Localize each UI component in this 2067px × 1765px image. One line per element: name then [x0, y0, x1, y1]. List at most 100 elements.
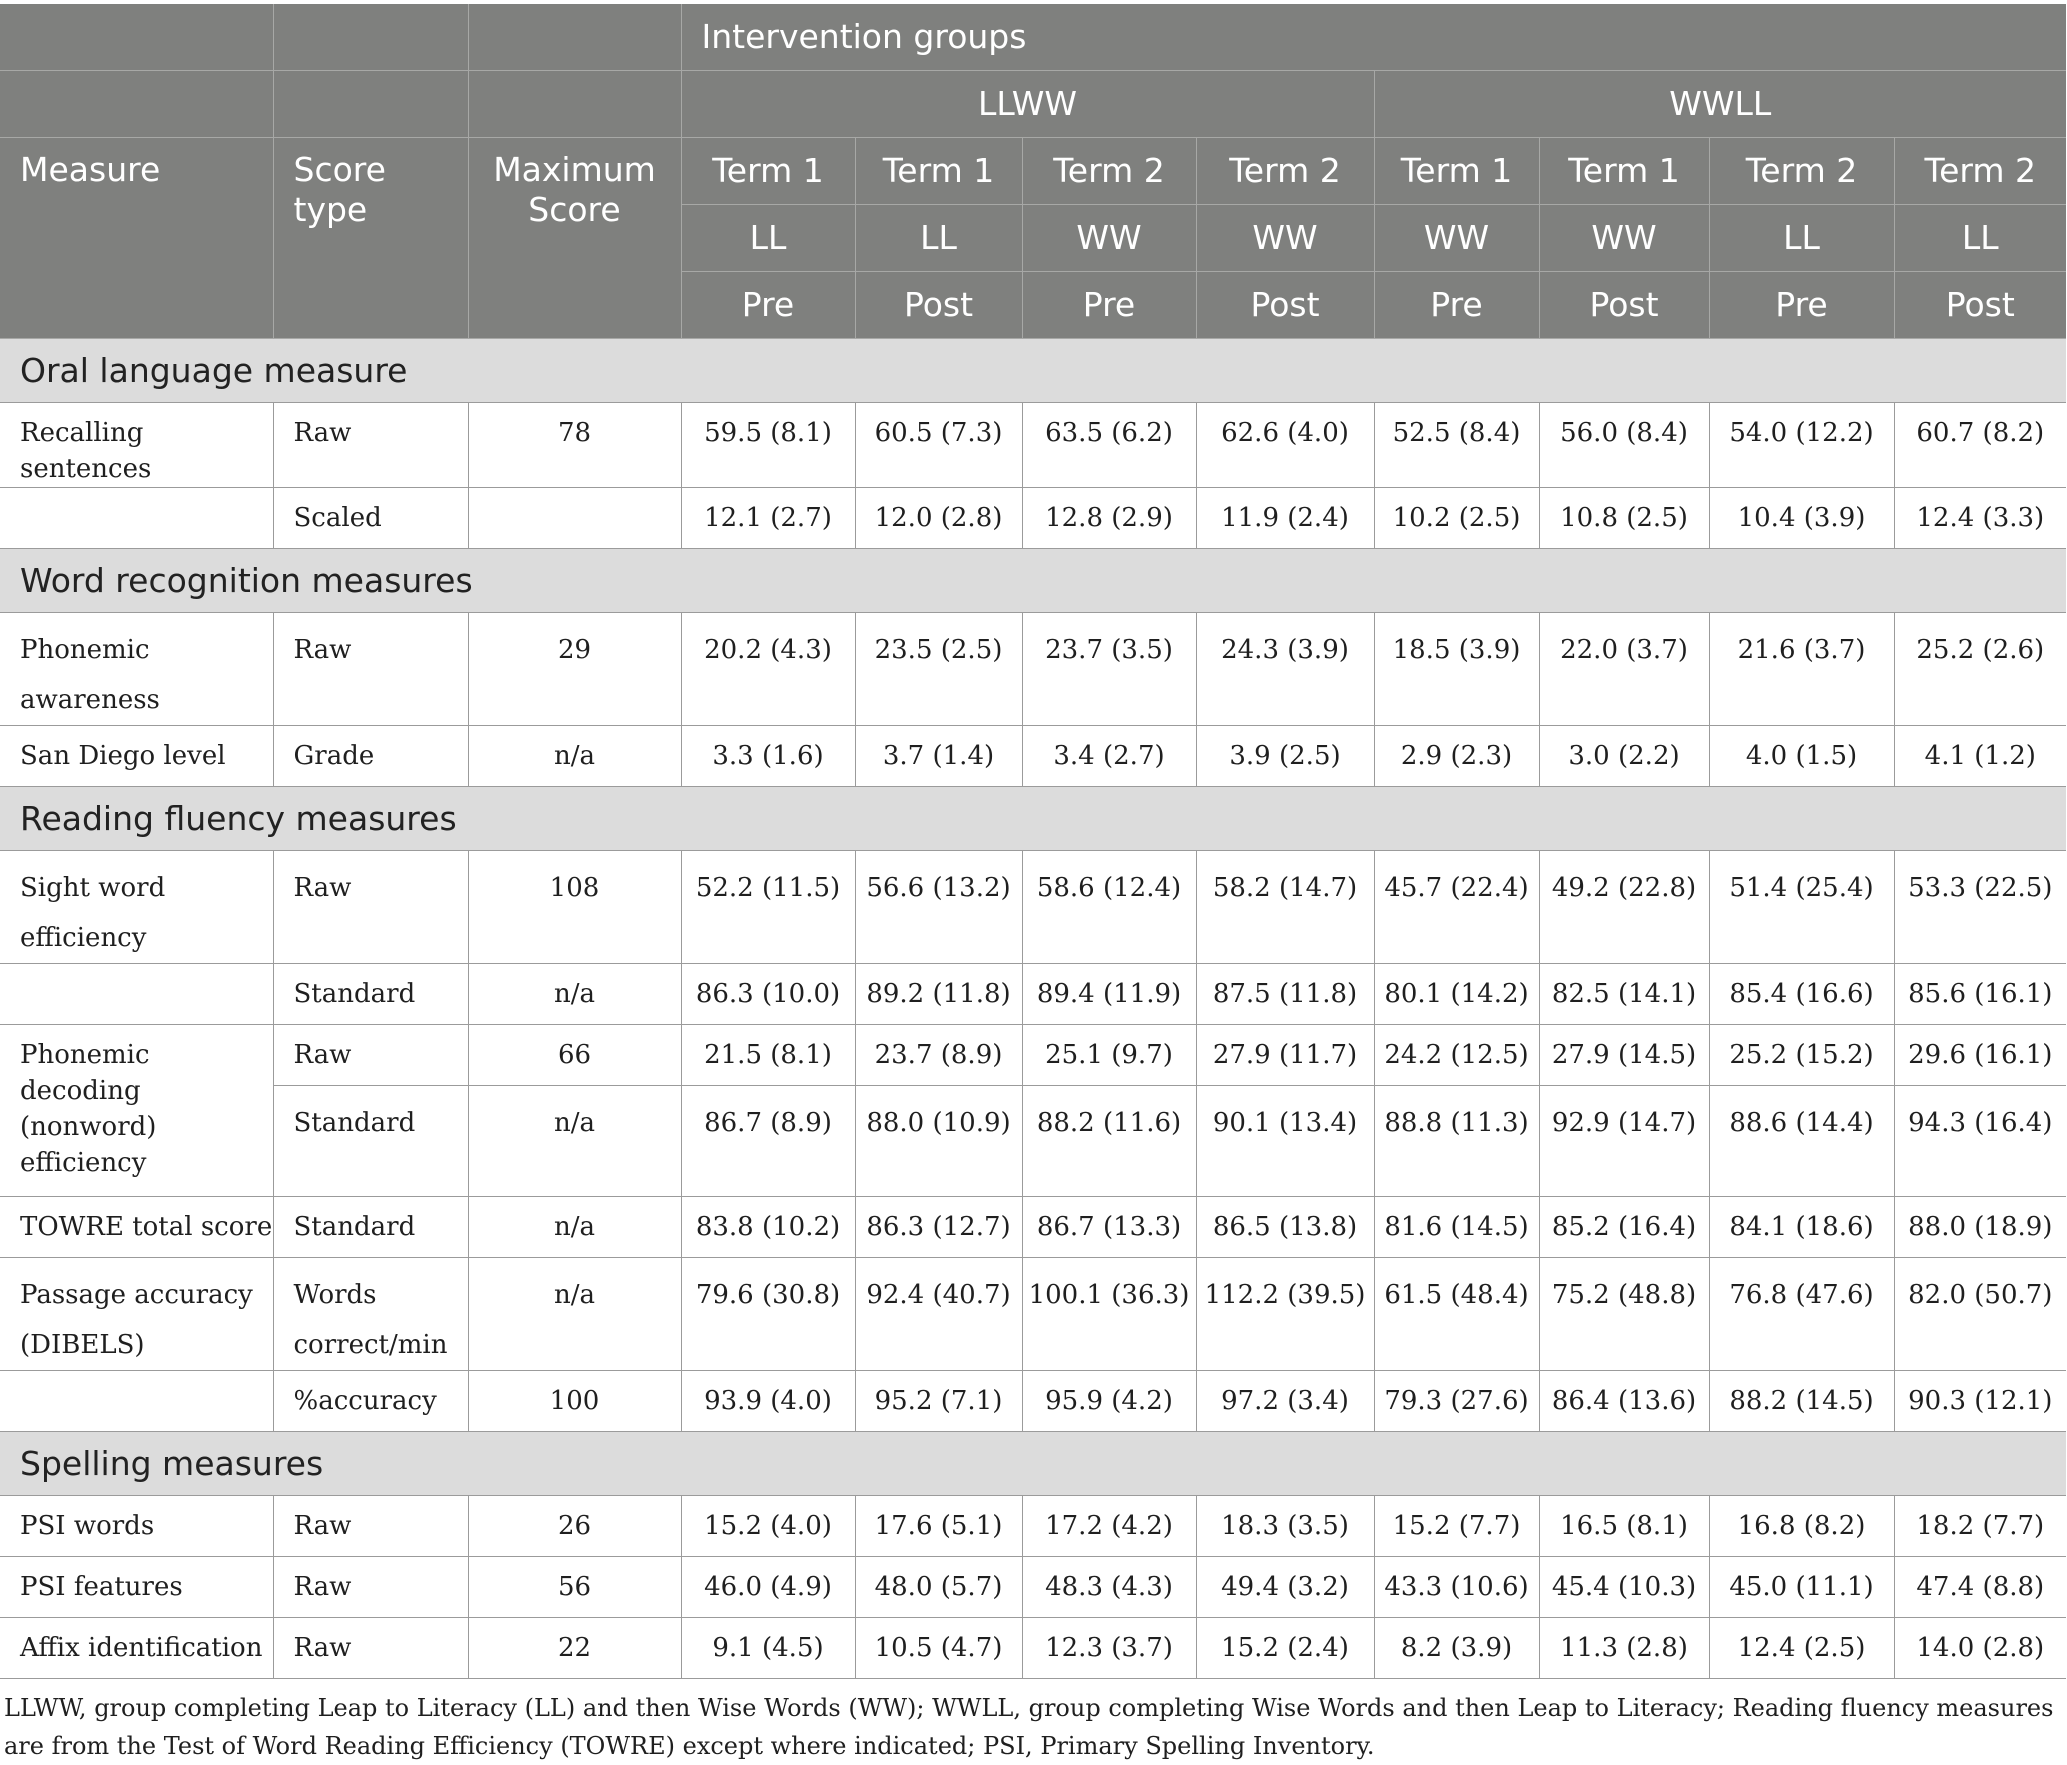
value-cell: 53.3 (22.5): [1894, 850, 2067, 964]
table-row: Phonemic decoding (nonword) efficiency Ra…: [0, 1024, 2067, 1197]
measure-cell: Affix identification: [0, 1617, 274, 1679]
measure-cell: Phonemic decoding (nonword) efficiency: [0, 1024, 274, 1197]
header-program: LL: [1709, 204, 1895, 272]
maximum-score-cell: n/a: [468, 1257, 682, 1371]
value-cell: 25.2 (2.6): [1894, 612, 2067, 726]
section-reading-fluency: Reading fluency measures: [0, 786, 2067, 851]
measure-cell: [0, 1370, 274, 1432]
value-cell: 29.6 (16.1): [1894, 1024, 2067, 1086]
maximum-score-cell: 29: [468, 612, 682, 726]
section-row: Spelling measures: [0, 1431, 2067, 1496]
value-cell: 16.8 (8.2): [1709, 1495, 1895, 1557]
value-cell: 18.3 (3.5): [1196, 1495, 1375, 1557]
measure-cell: PSI features: [0, 1556, 274, 1618]
table-row: PSI words Raw 26 15.2 (4.0) 17.6 (5.1) 17.2 (…: [0, 1495, 2067, 1557]
value-cell: 25.1 (9.7): [1022, 1024, 1197, 1086]
value-cell: 23.5 (2.5): [855, 612, 1023, 726]
value-cell: 22.0 (3.7): [1539, 612, 1710, 726]
score-type-cell: Raw: [273, 1556, 469, 1618]
table-header: Intervention groups LLWW WWLL Measure Sc…: [0, 4, 2067, 339]
value-cell: 12.4 (3.3): [1894, 487, 2067, 549]
value-cell: 83.8 (10.2): [681, 1196, 856, 1258]
value-cell: 3.3 (1.6): [681, 725, 856, 787]
value-cell: 27.9 (11.7): [1196, 1024, 1375, 1086]
value-cell: 21.5 (8.1): [681, 1024, 856, 1086]
header-group-llww: LLWW: [681, 70, 1375, 138]
maximum-score-cell: 108: [468, 850, 682, 964]
table-row: %accuracy 100 93.9 (4.0) 95.2 (7.1) 95.9 (4.…: [0, 1370, 2067, 1432]
section-row: Word recognition measures: [0, 548, 2067, 613]
value-cell: 89.4 (11.9): [1022, 963, 1197, 1025]
value-cell: 2.9 (2.3): [1374, 725, 1540, 787]
value-cell: 82.5 (14.1): [1539, 963, 1710, 1025]
value-cell: 45.4 (10.3): [1539, 1556, 1710, 1618]
value-cell: 24.3 (3.9): [1196, 612, 1375, 726]
value-cell: 63.5 (6.2): [1022, 402, 1197, 488]
value-cell: 56.0 (8.4): [1539, 402, 1710, 488]
header-score-type: Score type: [273, 137, 469, 339]
value-cell: 3.7 (1.4): [855, 725, 1023, 787]
value-cell: 86.7 (13.3): [1022, 1196, 1197, 1258]
value-cell: 86.3 (10.0): [681, 963, 856, 1025]
value-cell: 47.4 (8.8): [1894, 1556, 2067, 1618]
value-cell: 15.2 (4.0): [681, 1495, 856, 1557]
value-cell: 12.1 (2.7): [681, 487, 856, 549]
header-group-wwll: WWLL: [1374, 70, 2067, 138]
value-cell: 88.2 (11.6): [1022, 1085, 1197, 1197]
value-cell: 3.9 (2.5): [1196, 725, 1375, 787]
value-cell: 86.5 (13.8): [1196, 1196, 1375, 1258]
value-cell: 11.3 (2.8): [1539, 1617, 1710, 1679]
value-cell: 11.9 (2.4): [1196, 487, 1375, 549]
table-row: PSI features Raw 56 46.0 (4.9) 48.0 (5.7) 48.…: [0, 1556, 2067, 1618]
value-cell: 80.1 (14.2): [1374, 963, 1540, 1025]
results-table-container: Intervention groups LLWW WWLL Measure Sc…: [0, 4, 2067, 1765]
header-intervention-groups: Intervention groups: [681, 4, 2067, 71]
value-cell: 54.0 (12.2): [1709, 402, 1895, 488]
header-term: Term 1: [855, 137, 1023, 205]
value-cell: 10.4 (3.9): [1709, 487, 1895, 549]
value-cell: 90.1 (13.4): [1196, 1085, 1375, 1197]
value-cell: 100.1 (36.3): [1022, 1257, 1197, 1371]
section-spelling: Spelling measures: [0, 1431, 2067, 1496]
value-cell: 12.8 (2.9): [1022, 487, 1197, 549]
value-cell: 4.1 (1.2): [1894, 725, 2067, 787]
score-type-cell: %accuracy: [273, 1370, 469, 1432]
value-cell: 86.3 (12.7): [855, 1196, 1023, 1258]
value-cell: 51.4 (25.4): [1709, 850, 1895, 964]
value-cell: 21.6 (3.7): [1709, 612, 1895, 726]
maximum-score-cell: n/a: [468, 725, 682, 787]
table-row: Recalling sentences Raw 78 59.5 (8.1) 60.5 (…: [0, 402, 2067, 488]
value-cell: 3.0 (2.2): [1539, 725, 1710, 787]
value-cell: 112.2 (39.5): [1196, 1257, 1375, 1371]
value-cell: 27.9 (14.5): [1539, 1024, 1710, 1086]
value-cell: 94.3 (16.4): [1894, 1085, 2067, 1197]
value-cell: 75.2 (48.8): [1539, 1257, 1710, 1371]
table-row: Scaled 12.1 (2.7) 12.0 (2.8) 12.8 (2.9) 11.9…: [0, 487, 2067, 549]
header-measure: Measure: [0, 137, 274, 339]
value-cell: 43.3 (10.6): [1374, 1556, 1540, 1618]
value-cell: 56.6 (13.2): [855, 850, 1023, 964]
measure-cell: San Diego level: [0, 725, 274, 787]
section-row: Oral language measure: [0, 338, 2067, 403]
value-cell: 8.2 (3.9): [1374, 1617, 1540, 1679]
value-cell: 24.2 (12.5): [1374, 1024, 1540, 1086]
value-cell: 88.8 (11.3): [1374, 1085, 1540, 1197]
maximum-score-cell: 78: [468, 402, 682, 488]
header-phase: Post: [855, 271, 1023, 339]
header-program: WW: [1374, 204, 1540, 272]
score-type-cell: Grade: [273, 725, 469, 787]
value-cell: 48.3 (4.3): [1022, 1556, 1197, 1618]
score-type-cell: Words correct/min: [273, 1257, 469, 1371]
value-cell: 90.3 (12.1): [1894, 1370, 2067, 1432]
table-body: Oral language measure Recalling sentence…: [0, 338, 2067, 1679]
table-row: Standard n/a 86.7 (8.9) 88.0 (10.9) 88.2 (11…: [0, 1085, 2067, 1197]
header-program: LL: [681, 204, 856, 272]
table-row: Passage accuracy (DIBELS) Words correct/m…: [0, 1257, 2067, 1371]
header-term: Term 2: [1196, 137, 1375, 205]
value-cell: 88.0 (10.9): [855, 1085, 1023, 1197]
maximum-score-cell: n/a: [468, 1085, 682, 1197]
value-cell: 49.2 (22.8): [1539, 850, 1710, 964]
score-type-cell: Raw: [273, 612, 469, 726]
value-cell: 95.9 (4.2): [1022, 1370, 1197, 1432]
header-blank: [468, 70, 682, 138]
